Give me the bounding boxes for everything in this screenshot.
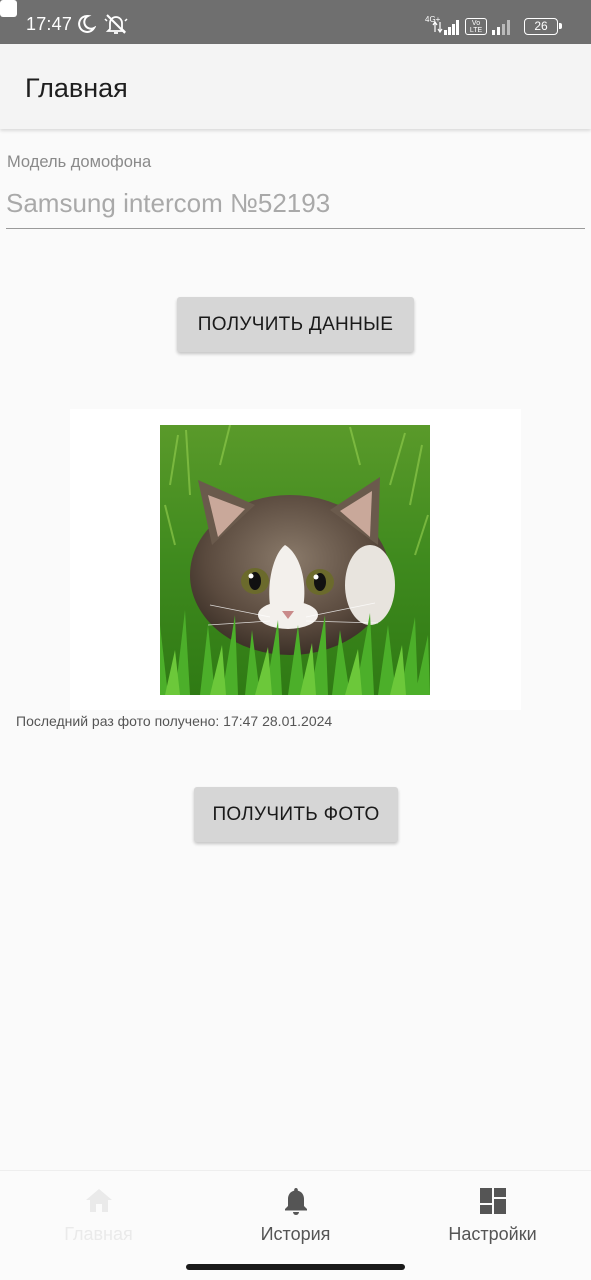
bell-icon	[284, 1188, 307, 1215]
status-time: 17:47	[26, 14, 73, 34]
photo-frame	[70, 409, 521, 710]
nav-label-history: История	[260, 1224, 331, 1244]
signal-icon	[492, 20, 510, 35]
nav-item-history[interactable]: История	[197, 1171, 394, 1251]
home-icon	[85, 1189, 112, 1212]
status-bar: 17:47 4G+ Vo LTE 26	[0, 0, 591, 44]
page-title: Главная	[25, 73, 128, 103]
home-indicator[interactable]	[186, 1264, 405, 1270]
battery-icon: 26	[524, 18, 562, 35]
moon-icon	[78, 14, 96, 33]
get-data-button[interactable]: ПОЛУЧИТЬ ДАННЫЕ	[177, 297, 414, 352]
dashboard-icon	[479, 1188, 506, 1214]
bell-off-icon	[104, 14, 128, 34]
nav-item-home[interactable]: Главная	[0, 1171, 197, 1251]
get-photo-button[interactable]: ПОЛУЧИТЬ ФОТО	[194, 787, 398, 842]
intercom-model-label: Модель домофона	[7, 153, 152, 171]
signal-icon	[432, 20, 459, 35]
square-notification-icon	[0, 0, 17, 17]
kitten-photo	[160, 425, 430, 695]
nav-label-settings: Настройки	[448, 1224, 537, 1244]
app-bar: Главная	[0, 44, 591, 129]
photo-caption: Последний раз фото получено: 17:47 28.01…	[16, 713, 333, 729]
nav-item-settings[interactable]: Настройки	[394, 1171, 591, 1251]
volte-badge: Vo LTE	[465, 18, 487, 35]
nav-label-home: Главная	[64, 1224, 133, 1244]
intercom-model-field[interactable]	[6, 184, 585, 229]
